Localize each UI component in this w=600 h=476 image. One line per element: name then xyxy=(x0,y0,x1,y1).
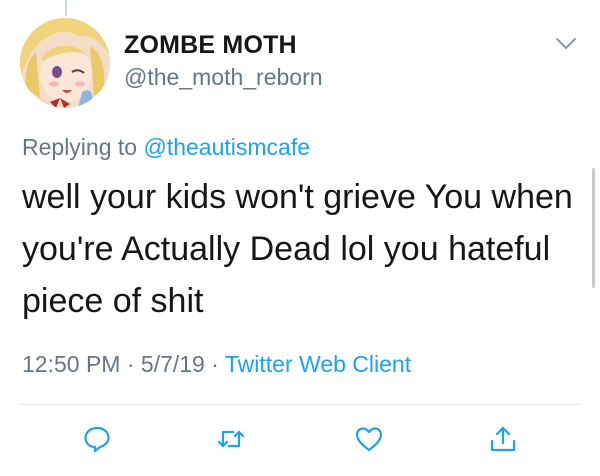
author-display-name[interactable]: ZOMBE MOTH xyxy=(124,31,297,60)
share-button[interactable] xyxy=(488,424,518,454)
avatar[interactable] xyxy=(20,18,110,108)
tweet-meta: 12:50 PM · 5/7/19 · Twitter Web Client xyxy=(22,351,411,378)
chevron-down-icon[interactable] xyxy=(555,36,577,52)
retweet-button[interactable] xyxy=(216,424,246,454)
author-handle[interactable]: @the_moth_reborn xyxy=(124,64,323,91)
actions-divider xyxy=(20,404,580,405)
tweet-date[interactable]: 5/7/19 xyxy=(141,351,205,377)
reply-context-mention-link[interactable]: @theautismcafe xyxy=(143,134,310,160)
tweet-text: well your kids won't grieve You when you… xyxy=(22,178,573,320)
meta-separator: · xyxy=(211,351,219,377)
reply-icon xyxy=(84,426,110,453)
retweet-icon xyxy=(217,430,245,448)
reply-context-prefix: Replying to xyxy=(22,134,138,160)
share-icon xyxy=(490,426,516,452)
like-button[interactable] xyxy=(354,424,384,454)
reply-button[interactable] xyxy=(82,424,112,454)
thread-connector-line xyxy=(65,0,67,16)
scrollbar[interactable] xyxy=(592,168,595,288)
tweet-client-link[interactable]: Twitter Web Client xyxy=(225,351,411,377)
tweet-time[interactable]: 12:50 PM xyxy=(22,351,120,377)
meta-separator: · xyxy=(126,351,135,377)
like-icon xyxy=(355,427,383,452)
reply-context: Replying to @theautismcafe xyxy=(22,134,310,161)
